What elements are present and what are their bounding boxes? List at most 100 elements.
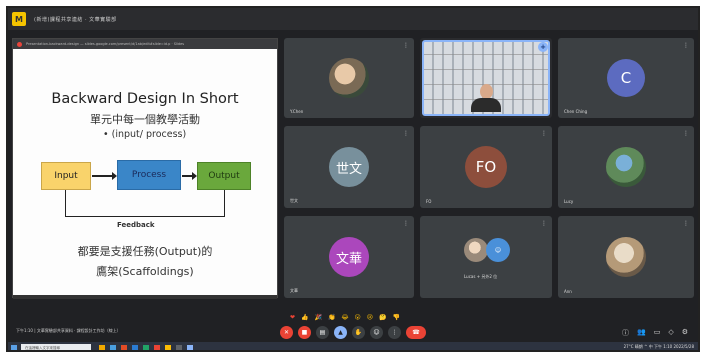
mic-off-icon[interactable]: ✕ xyxy=(280,326,293,339)
group-photo xyxy=(464,238,488,262)
participant-avatar: 文華 xyxy=(329,237,369,277)
participant-tile[interactable]: C ⋮ Chen Ching xyxy=(558,38,694,118)
participant-avatar: 世文 xyxy=(329,147,369,187)
speaker-person xyxy=(471,84,501,112)
slide-subtitle: 單元中每一個教學活動 xyxy=(90,113,200,126)
start-icon[interactable] xyxy=(11,345,17,350)
meeting-info: 下午1:10 | 文華實驗部共享資料 · 課程設計工作坊（線上） xyxy=(16,328,121,333)
app-icon[interactable] xyxy=(176,345,182,350)
more-options-icon[interactable]: ⋮ xyxy=(541,220,547,227)
app-icon[interactable] xyxy=(165,345,171,350)
word-icon[interactable] xyxy=(132,345,138,350)
participant-name: Lucy xyxy=(564,199,574,204)
recording-dot-icon xyxy=(17,41,22,47)
process-box: Process xyxy=(117,160,181,190)
participant-photo xyxy=(329,58,369,98)
present-icon[interactable]: ▲ xyxy=(334,326,347,339)
window-title: (新增)課程共享連結 · 文華實驗部 xyxy=(34,16,117,23)
participant-avatar: FO xyxy=(465,146,507,188)
arrow-input-process xyxy=(92,172,117,180)
surprised-reaction-icon[interactable]: 😮 xyxy=(355,314,361,321)
meeting-controls-bar: ❤ 👍 🎉 👏 😂 😮 😢 🤔 👎 下午1:10 | 文華實驗部共享資料 · 課… xyxy=(8,314,698,342)
clap-reaction-icon[interactable]: 👏 xyxy=(328,314,335,321)
raise-hand-icon[interactable]: ✋ xyxy=(352,326,365,339)
participant-tile[interactable]: ⋮ Ann xyxy=(558,216,694,298)
app-logo: M xyxy=(12,12,26,26)
arrow-process-output xyxy=(182,172,197,180)
more-options-icon[interactable]: ⋮ xyxy=(388,326,401,339)
party-reaction-icon[interactable]: 🎉 xyxy=(315,314,322,321)
chrome-icon[interactable] xyxy=(154,345,160,350)
meeting-stage: Presentation-backward-design — slides.go… xyxy=(8,30,698,314)
heart-reaction-icon[interactable]: ❤ xyxy=(290,314,295,321)
call-controls: ✕ ■ ▤ ▲ ✋ ☺ ⋮ ☎ xyxy=(280,326,426,339)
thumbs-up-reaction-icon[interactable]: 👍 xyxy=(301,314,308,321)
participant-photo xyxy=(606,237,646,277)
window-titlebar: M (新增)課程共享連結 · 文華實驗部 xyxy=(8,8,698,30)
participant-name: Chen Ching xyxy=(564,109,588,114)
meeting-side-icons: ⓘ 👥 ▭ ◇ ⚙ xyxy=(622,328,688,338)
feedback-loop xyxy=(65,190,225,217)
captions-icon[interactable]: ▤ xyxy=(316,326,329,339)
laugh-reaction-icon[interactable]: 😂 xyxy=(341,314,348,321)
more-options-icon[interactable]: ⋮ xyxy=(683,42,689,49)
pin-icon[interactable]: + xyxy=(538,42,548,52)
group-avatar: ☺ xyxy=(486,238,510,262)
more-options-icon[interactable]: ⋮ xyxy=(403,130,409,137)
participant-avatar: C xyxy=(607,59,645,97)
file-explorer-icon[interactable] xyxy=(99,345,105,350)
feedback-label: Feedback xyxy=(117,221,155,229)
participant-tile-group[interactable]: ☺ ⋮ Lucas + 另外2 位 xyxy=(420,216,552,298)
slide-content: Backward Design In Short 單元中每一個教學活動 • (i… xyxy=(13,49,277,299)
shared-tab-bar: Presentation-backward-design — slides.go… xyxy=(13,39,277,49)
slide-bullet: • (input/ process) xyxy=(103,129,187,140)
activities-icon[interactable]: ◇ xyxy=(668,328,673,338)
app-icon[interactable] xyxy=(187,345,193,350)
participant-tile[interactable]: 文華 ⋮ 文華 xyxy=(284,216,414,298)
output-box: Output xyxy=(197,162,251,190)
end-call-button[interactable]: ☎ xyxy=(406,326,426,339)
speaker-video xyxy=(422,40,550,116)
host-controls-icon[interactable]: ⚙ xyxy=(682,328,688,338)
reactions-bar: ❤ 👍 🎉 👏 😂 😮 😢 🤔 👎 xyxy=(290,314,400,321)
participant-name: FO xyxy=(426,199,432,204)
input-box: Input xyxy=(41,162,91,190)
participant-tile[interactable]: ⋮ Lucy xyxy=(558,126,694,208)
participant-tile[interactable]: 世文 ⋮ 世文 xyxy=(284,126,414,208)
powerpoint-icon[interactable] xyxy=(121,345,127,350)
slide-title: Backward Design In Short xyxy=(51,91,239,107)
slide-bottom-bar xyxy=(13,295,277,299)
participant-name: Lucas + 另外2 位 xyxy=(464,274,498,279)
taskbar-search[interactable]: 在這裡輸入文字來搜尋 xyxy=(21,344,91,350)
screen-frame: M (新增)課程共享連結 · 文華實驗部 Presentation-backwa… xyxy=(6,6,700,352)
sad-reaction-icon[interactable]: 😢 xyxy=(367,314,373,321)
taskbar-apps xyxy=(99,345,193,350)
system-tray: 27°C 晴朗 ^ 中 下午 1:10 2022/5/28 xyxy=(623,344,694,349)
chat-icon[interactable]: ▭ xyxy=(654,328,661,338)
more-options-icon[interactable]: ⋮ xyxy=(683,220,689,227)
slide-line-2: 鷹架(Scaffoldings) xyxy=(96,265,194,278)
edge-icon[interactable] xyxy=(110,345,116,350)
people-icon[interactable]: 👥 xyxy=(637,328,646,338)
more-options-icon[interactable]: ⋮ xyxy=(403,42,409,49)
participant-photo xyxy=(606,147,646,187)
emoji-icon[interactable]: ☺ xyxy=(370,326,383,339)
participant-name: 世文 xyxy=(290,198,298,203)
shared-screen[interactable]: Presentation-backward-design — slides.go… xyxy=(12,38,278,299)
shared-tab-url: Presentation-backward-design — slides.go… xyxy=(26,42,185,46)
participant-tile[interactable]: ⋮ Y.Chen xyxy=(284,38,414,118)
os-taskbar: 在這裡輸入文字來搜尋 27°C 晴朗 ^ 中 下午 1:10 2022/5/28 xyxy=(8,342,698,350)
more-options-icon[interactable]: ⋮ xyxy=(403,220,409,227)
camera-off-icon[interactable]: ■ xyxy=(298,326,311,339)
excel-icon[interactable] xyxy=(143,345,149,350)
participant-tile[interactable]: FO ⋮ FO xyxy=(420,126,552,208)
thumbs-down-reaction-icon[interactable]: 👎 xyxy=(393,314,400,321)
info-icon[interactable]: ⓘ xyxy=(622,328,629,338)
more-options-icon[interactable]: ⋮ xyxy=(683,130,689,137)
participant-name: Y.Chen xyxy=(290,109,304,114)
participant-name: 文華 xyxy=(290,288,298,293)
more-options-icon[interactable]: ⋮ xyxy=(541,130,547,137)
thinking-reaction-icon[interactable]: 🤔 xyxy=(379,314,386,321)
participant-tile-speaker[interactable]: + xyxy=(420,38,552,118)
participant-name: Ann xyxy=(564,289,572,294)
